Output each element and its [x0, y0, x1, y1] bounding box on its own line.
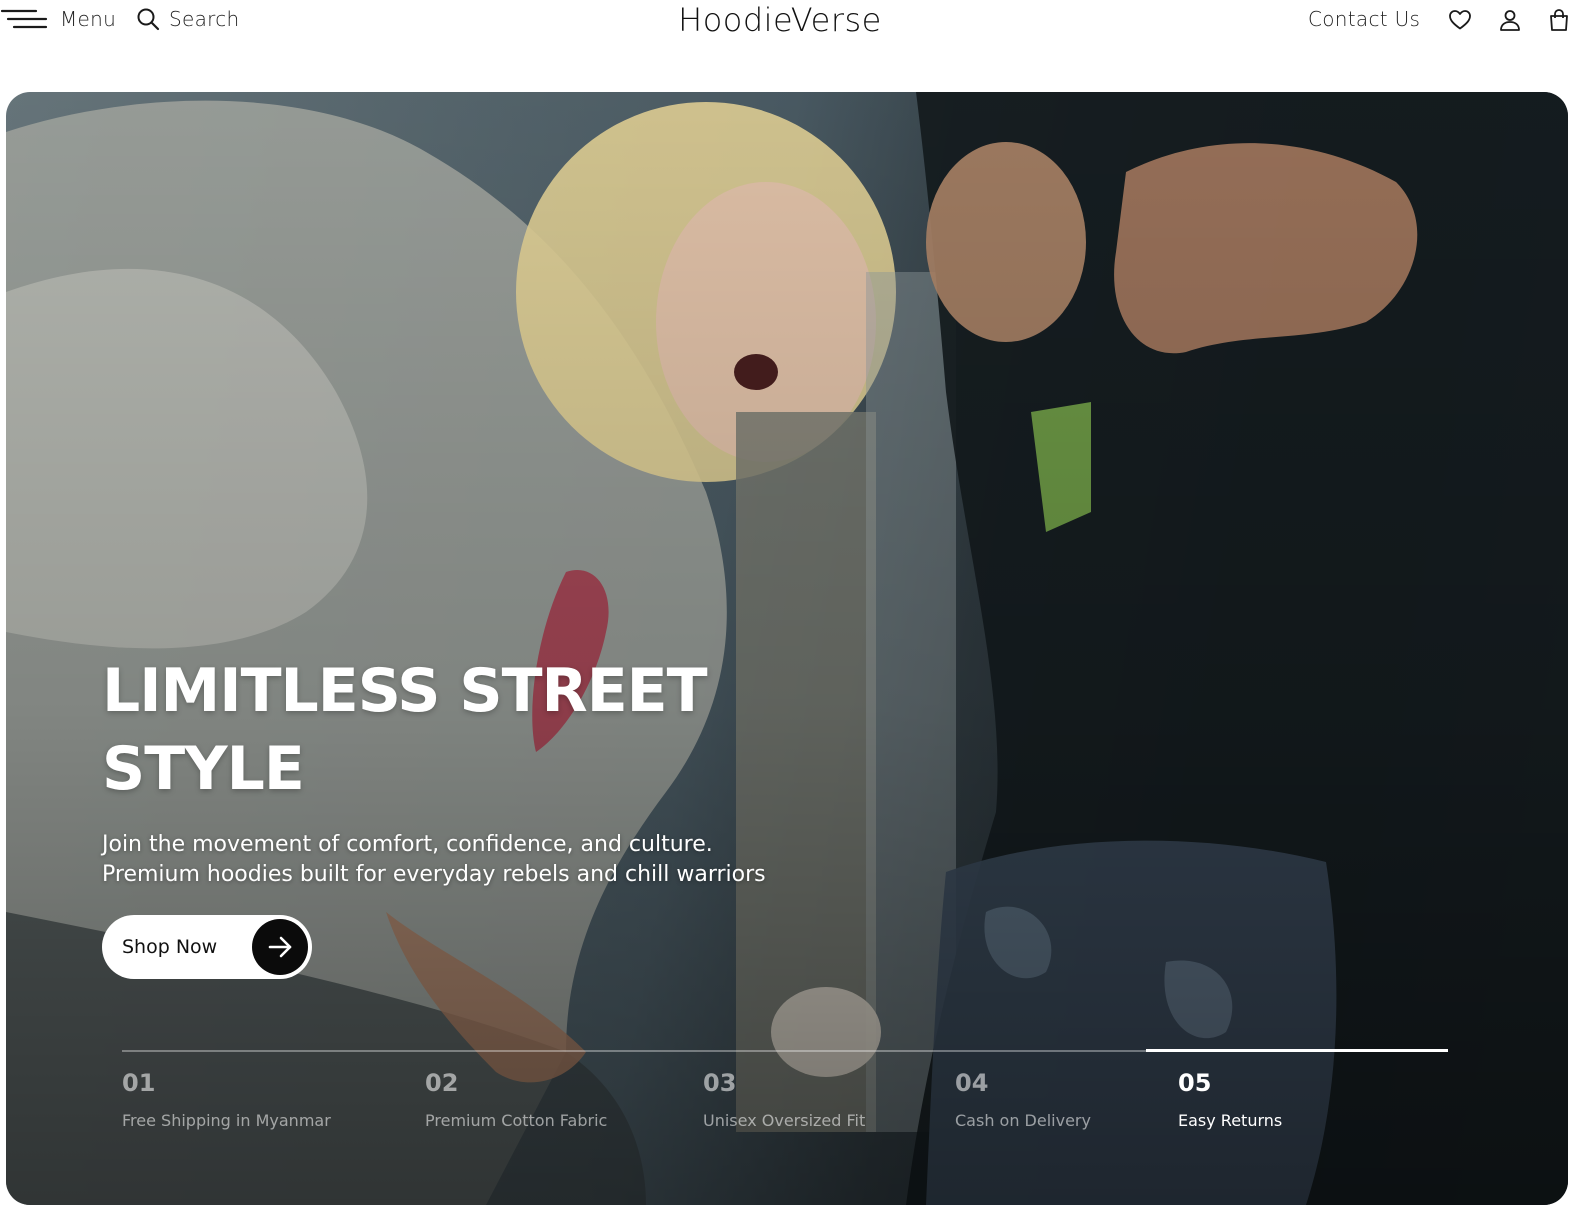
arrow-circle [252, 919, 308, 975]
account-button[interactable] [1496, 6, 1524, 34]
hero-title: LIMITLESS STREET STYLE [102, 652, 862, 808]
features-progress-active [1146, 1049, 1448, 1052]
feature-label: Premium Cotton Fabric [425, 1111, 608, 1130]
feature-item-1[interactable]: 01 Free Shipping in Myanmar [122, 1068, 331, 1132]
shop-now-button[interactable]: Shop Now [102, 915, 312, 979]
hero-overlay [6, 92, 1568, 1205]
feature-item-2[interactable]: 02 Premium Cotton Fabric [425, 1068, 607, 1132]
hero-subtitle-line-2: Premium hoodies built for everyday rebel… [102, 862, 766, 887]
feature-item-4[interactable]: 04 Cash on Delivery [955, 1068, 1091, 1132]
hero-title-line-2: STYLE [102, 734, 305, 804]
feature-label: Cash on Delivery [955, 1111, 1091, 1130]
contact-link[interactable]: Contact Us [1308, 4, 1420, 34]
hero-banner: LIMITLESS STREET STYLE Join the movement… [6, 92, 1568, 1205]
feature-number: 01 [122, 1069, 156, 1097]
wishlist-button[interactable] [1446, 6, 1474, 34]
feature-number: 05 [1178, 1069, 1212, 1097]
feature-item-5[interactable]: 05 Easy Returns [1178, 1068, 1282, 1132]
site-header: Menu Search HoodieVerse Contact Us [0, 0, 1580, 40]
feature-label: Easy Returns [1178, 1111, 1283, 1130]
shop-now-label: Shop Now [122, 936, 218, 958]
bag-icon [1550, 9, 1568, 31]
feature-number: 02 [425, 1069, 459, 1097]
feature-item-3[interactable]: 03 Unisex Oversized Fit [703, 1068, 865, 1132]
cart-button[interactable] [1546, 6, 1572, 34]
feature-label: Unisex Oversized Fit [703, 1111, 866, 1130]
feature-number: 04 [955, 1069, 989, 1097]
hero-subtitle-line-1: Join the movement of comfort, confidence… [102, 832, 713, 857]
feature-label: Free Shipping in Myanmar [122, 1111, 331, 1130]
feature-number: 03 [703, 1069, 737, 1097]
user-icon [1500, 10, 1520, 31]
heart-icon [1449, 10, 1471, 30]
hero-subtitle: Join the movement of comfort, confidence… [102, 830, 902, 890]
arrow-right-icon [268, 936, 292, 958]
hero-title-line-1: LIMITLESS STREET [102, 656, 708, 726]
